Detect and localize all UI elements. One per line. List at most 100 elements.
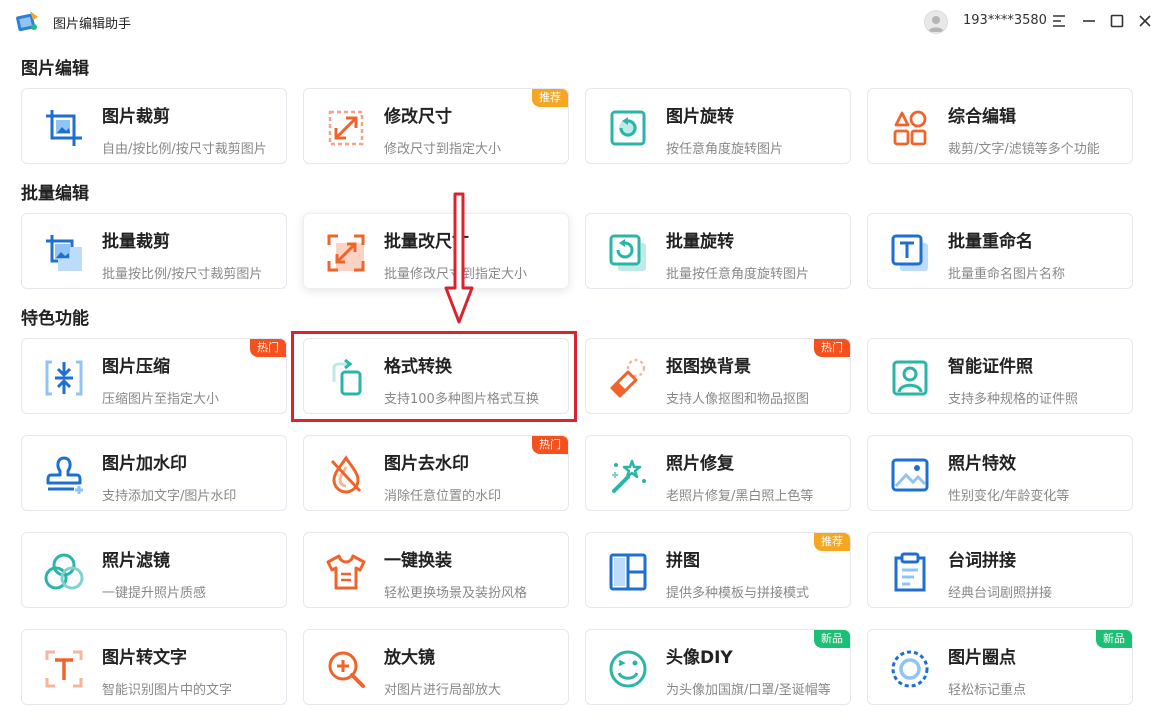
- card-id-photo[interactable]: 智能证件照 支持多种规格的证件照: [867, 338, 1133, 414]
- card-image-mark[interactable]: 图片圈点 轻松标记重点 新品: [867, 629, 1133, 705]
- card-desc: 为头像加国旗/口罩/圣诞帽等: [666, 683, 831, 698]
- card-comprehensive-edit[interactable]: 综合编辑 裁剪/文字/滤镜等多个功能: [867, 88, 1133, 164]
- card-title: 抠图换背景: [666, 357, 751, 377]
- highlight-box: [291, 331, 577, 422]
- card-batch-rotate[interactable]: 批量旋转 批量按任意角度旋转图片: [585, 213, 851, 289]
- menu-button[interactable]: [1048, 10, 1070, 32]
- card-desc: 支持多种规格的证件照: [948, 392, 1079, 407]
- arrow-down-icon: [444, 192, 474, 324]
- card-magnifier[interactable]: 放大镜 对图片进行局部放大: [303, 629, 569, 705]
- card-desc: 支持人像抠图和物品抠图: [666, 392, 810, 407]
- card-avatar-diy[interactable]: 头像DIY 为头像加国旗/口罩/圣诞帽等 新品: [585, 629, 851, 705]
- card-batch-rename[interactable]: 批量重命名 批量重命名图片名称: [867, 213, 1133, 289]
- card-batch-resize[interactable]: 批量改尺寸 批量修改尺寸到指定大小: [303, 213, 569, 289]
- card-title: 图片压缩: [102, 357, 170, 377]
- card-title: 图片圈点: [948, 648, 1016, 668]
- card-title: 照片滤镜: [102, 551, 170, 571]
- badge-hot: 热门: [250, 339, 286, 357]
- card-resize[interactable]: 修改尺寸 修改尺寸到指定大小 推荐: [303, 88, 569, 164]
- shapes-icon: [893, 110, 927, 146]
- card-title: 图片旋转: [666, 107, 734, 127]
- picture-icon: [891, 458, 929, 492]
- menu-icon: [1053, 15, 1065, 27]
- maximize-button[interactable]: [1106, 10, 1128, 32]
- card-title: 图片裁剪: [102, 107, 170, 127]
- card-desc: 自由/按比例/按尺寸裁剪图片: [102, 142, 267, 157]
- card-image-crop[interactable]: 图片裁剪 自由/按比例/按尺寸裁剪图片: [21, 88, 287, 164]
- card-desc: 批量重命名图片名称: [948, 267, 1066, 282]
- card-photo-filter[interactable]: 照片滤镜 一键提升照片质感: [21, 532, 287, 608]
- card-desc: 按任意角度旋转图片: [666, 142, 784, 157]
- card-image-compress[interactable]: 图片压缩 压缩图片至指定大小 热门: [21, 338, 287, 414]
- rotate-icon: [610, 110, 646, 146]
- card-desc: 支持添加文字/图片水印: [102, 489, 237, 504]
- crop-icon: [46, 110, 82, 146]
- avatar[interactable]: [924, 10, 948, 34]
- batch-rotate-icon: [609, 234, 646, 271]
- card-title: 照片修复: [666, 454, 734, 474]
- card-desc: 批量按任意角度旋转图片: [666, 267, 810, 282]
- close-button[interactable]: [1134, 10, 1156, 32]
- circle-mark-icon: [891, 650, 929, 688]
- card-title: 批量裁剪: [102, 232, 170, 252]
- section-title-batch-edit: 批量编辑: [21, 184, 89, 204]
- card-title: 头像DIY: [666, 648, 733, 668]
- card-title: 台词拼接: [948, 551, 1016, 571]
- section-title-features: 特色功能: [21, 309, 89, 329]
- minimize-button[interactable]: [1078, 10, 1100, 32]
- compress-icon: [45, 360, 83, 396]
- card-lines-stitch[interactable]: 台词拼接 经典台词剧照拼接: [867, 532, 1133, 608]
- section-title-image-edit: 图片编辑: [21, 59, 89, 79]
- card-photo-restore[interactable]: 照片修复 老照片修复/黑白照上色等: [585, 435, 851, 511]
- badge-new: 新品: [1096, 630, 1132, 648]
- card-remove-watermark[interactable]: 图片去水印 消除任意位置的水印 热门: [303, 435, 569, 511]
- card-change-outfit[interactable]: 一键换装 轻松更换场景及装扮风格: [303, 532, 569, 608]
- card-title: 图片去水印: [384, 454, 469, 474]
- card-image-to-text[interactable]: 图片转文字 智能识别图片中的文字: [21, 629, 287, 705]
- id-photo-icon: [892, 360, 928, 396]
- card-desc: 经典台词剧照拼接: [948, 586, 1053, 601]
- card-title: 修改尺寸: [384, 107, 452, 127]
- card-desc: 对图片进行局部放大: [384, 683, 502, 698]
- card-desc: 裁剪/文字/滤镜等多个功能: [948, 142, 1100, 157]
- card-desc: 修改尺寸到指定大小: [384, 142, 502, 157]
- clipboard-icon: [894, 552, 926, 592]
- card-title: 批量旋转: [666, 232, 734, 252]
- card-desc: 一键提升照片质感: [102, 586, 207, 601]
- zoom-in-icon: [328, 651, 365, 688]
- collage-icon: [609, 553, 647, 591]
- magic-wand-icon: [612, 459, 646, 493]
- badge-hot: 热门: [532, 436, 568, 454]
- card-desc: 智能识别图片中的文字: [102, 683, 233, 698]
- card-cutout-background[interactable]: 抠图换背景 支持人像抠图和物品抠图 热门: [585, 338, 851, 414]
- resize-icon: [328, 110, 364, 146]
- card-title: 图片转文字: [102, 648, 187, 668]
- card-photo-effects[interactable]: 照片特效 性别变化/年龄变化等: [867, 435, 1133, 511]
- card-rotate[interactable]: 图片旋转 按任意角度旋转图片: [585, 88, 851, 164]
- badge-new: 新品: [814, 630, 850, 648]
- maximize-icon: [1110, 14, 1124, 28]
- card-title: 一键换装: [384, 551, 452, 571]
- shirt-icon: [326, 554, 366, 590]
- drop-slash-icon: [330, 455, 362, 494]
- badge-recommend: 推荐: [532, 89, 568, 107]
- filter-icon: [44, 553, 84, 590]
- minimize-icon: [1083, 20, 1095, 22]
- app-title: 图片编辑助手: [53, 17, 132, 32]
- card-collage[interactable]: 拼图 提供多种模板与拼接模式 推荐: [585, 532, 851, 608]
- card-add-watermark[interactable]: 图片加水印 支持添加文字/图片水印: [21, 435, 287, 511]
- card-batch-crop[interactable]: 批量裁剪 批量按比例/按尺寸裁剪图片: [21, 213, 287, 289]
- card-desc: 性别变化/年龄变化等: [948, 489, 1070, 504]
- card-desc: 轻松更换场景及装扮风格: [384, 586, 528, 601]
- card-title: 图片加水印: [102, 454, 187, 474]
- text-recognition-icon: [45, 650, 83, 688]
- badge-recommend: 推荐: [814, 533, 850, 551]
- rename-icon: [891, 234, 928, 271]
- batch-resize-icon: [327, 234, 365, 272]
- smiley-icon: [609, 650, 647, 688]
- stamp-icon: [46, 456, 83, 494]
- card-title: 批量重命名: [948, 232, 1033, 252]
- card-title: 智能证件照: [948, 357, 1033, 377]
- user-phone[interactable]: 193****3580: [963, 13, 1047, 28]
- card-desc: 压缩图片至指定大小: [102, 392, 220, 407]
